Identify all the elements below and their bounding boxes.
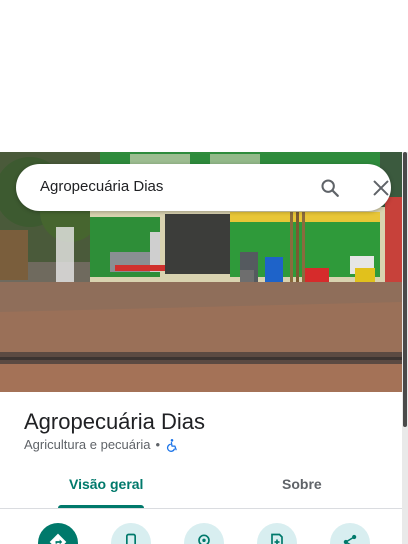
place-title: Agropecuária Dias — [24, 409, 205, 434]
tab-selected-indicator — [58, 505, 144, 508]
place-tabs: Visão geral Sobre — [0, 466, 402, 509]
share-icon — [343, 534, 357, 544]
scrollbar-thumb[interactable] — [403, 152, 407, 427]
search-query[interactable]: Agropecuária Dias — [40, 178, 163, 195]
directions-button[interactable] — [38, 523, 78, 544]
maps-place-page: Agropecuária Dias Agropecuária Dias Agri… — [0, 0, 408, 544]
search-icon[interactable] — [319, 177, 341, 199]
meta-separator: • — [155, 437, 161, 452]
call-button[interactable] — [111, 523, 151, 544]
phone-icon — [126, 533, 136, 544]
save-icon — [271, 533, 283, 544]
wheelchair-accessible-icon — [165, 438, 179, 452]
location-icon — [198, 534, 210, 544]
place-category: Agricultura e pecuária — [24, 437, 151, 452]
tab-overview[interactable]: Visão geral — [69, 476, 143, 492]
close-icon[interactable] — [370, 177, 392, 199]
location-button[interactable] — [184, 523, 224, 544]
directions-icon — [49, 533, 67, 544]
search-bar[interactable]: Agropecuária Dias — [16, 164, 391, 211]
tab-about[interactable]: Sobre — [282, 476, 322, 492]
share-button[interactable] — [330, 523, 370, 544]
save-button[interactable] — [257, 523, 297, 544]
place-meta: Agricultura e pecuária • — [24, 437, 179, 452]
